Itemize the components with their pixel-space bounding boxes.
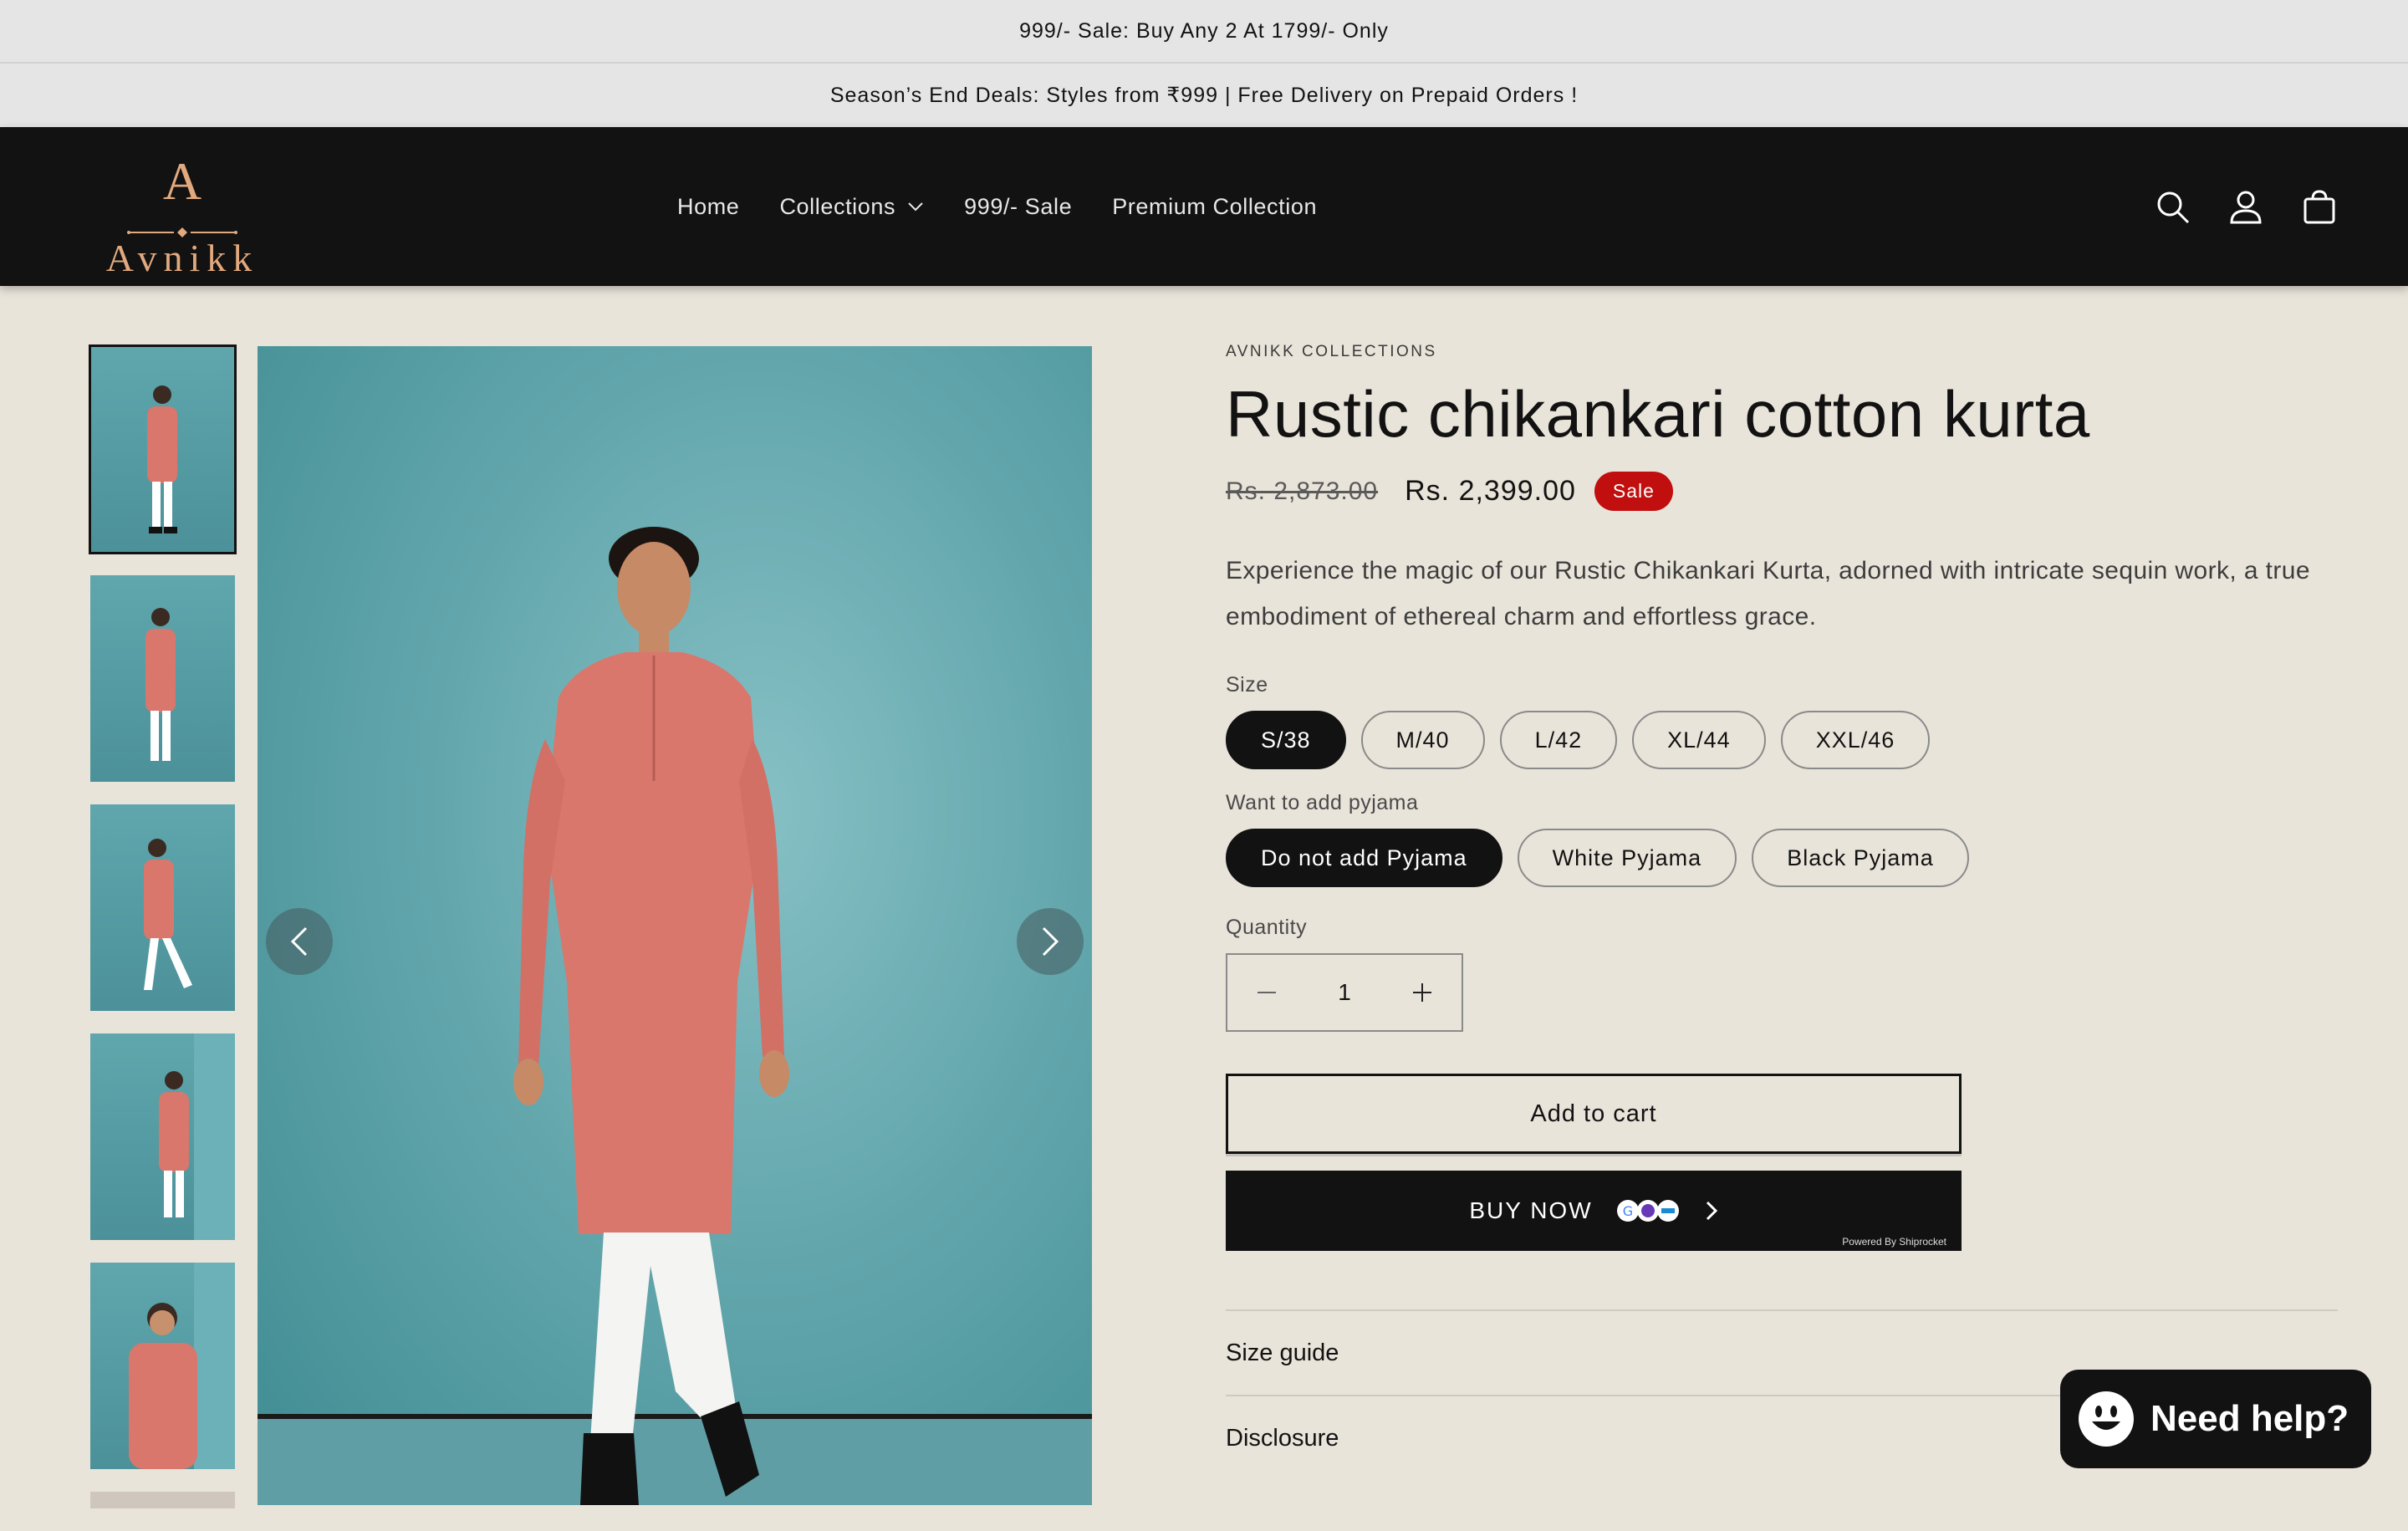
size-option-s38[interactable]: S/38 [1226, 711, 1346, 769]
plus-icon [1412, 983, 1431, 1002]
accordion-label: Disclosure [1226, 1424, 1339, 1452]
thumbnail-image[interactable] [89, 344, 237, 554]
logo[interactable]: A Avnikk [90, 151, 274, 278]
thumbnail-image[interactable] [90, 804, 235, 1011]
minus-icon [1258, 992, 1276, 993]
main-nav: Home Collections 999/- Sale Premium Coll… [677, 127, 1357, 286]
nav-label: Collections [779, 193, 896, 219]
pyjama-option-none[interactable]: Do not add Pyjama [1226, 829, 1502, 887]
product-info: AVNIKK COLLECTIONS Rustic chikankari cot… [1226, 343, 2338, 1480]
account-icon[interactable] [2227, 188, 2264, 225]
search-icon[interactable] [2154, 188, 2191, 225]
thumbnail-image[interactable] [90, 1263, 235, 1469]
powered-by-shiprocket: Powered By Shiprocket [1842, 1236, 1946, 1248]
product-description: Experience the magic of our Rustic Chika… [1226, 557, 2310, 630]
pyjama-option-black[interactable]: Black Pyjama [1752, 829, 1969, 887]
accordion-label: Size guide [1226, 1339, 1339, 1366]
nav-label: Home [677, 193, 740, 219]
logo-letter: A [162, 151, 202, 211]
chevron-right-icon [1706, 1201, 1717, 1221]
chevron-right-icon [1042, 926, 1059, 957]
thumbnail-image[interactable] [90, 1492, 235, 1508]
header-icons [2117, 127, 2338, 286]
announcement-text: 999/- Sale: Buy Any 2 At 1799/- Only [1019, 18, 1389, 43]
price-row: Rs. 2,873.00 Rs. 2,399.00 Sale [1226, 472, 2338, 511]
smiley-chat-icon [2079, 1391, 2134, 1447]
announcement-text: Season’s End Deals: Styles from ₹999 | F… [829, 84, 1579, 107]
nav-999-sale[interactable]: 999/- Sale [964, 194, 1072, 220]
add-to-cart-label: Add to cart [1530, 1100, 1657, 1127]
size-option-l42[interactable]: L/42 [1499, 711, 1618, 769]
size-option-xl44[interactable]: XL/44 [1632, 711, 1766, 769]
size-label: Size [1226, 673, 1268, 697]
size-option-m40[interactable]: M/40 [1360, 711, 1485, 769]
chevron-left-icon [290, 926, 308, 957]
thumbnail-list [89, 344, 238, 1531]
payment-methods-icon: G [1616, 1200, 1679, 1222]
product-main-image [258, 346, 1092, 1505]
quantity-input[interactable]: 1 [1338, 979, 1351, 1006]
thumbnail-image[interactable] [90, 575, 235, 782]
sale-price: Rs. 2,399.00 [1405, 475, 1576, 507]
next-image-button[interactable] [1017, 908, 1084, 975]
chevron-down-icon [908, 202, 923, 212]
quantity-increase-button[interactable] [1383, 955, 1462, 1030]
cart-icon[interactable] [2301, 188, 2338, 225]
sale-badge: Sale [1594, 472, 1673, 511]
nav-home[interactable]: Home [677, 194, 739, 220]
need-help-chat-button[interactable]: Need help? [2060, 1370, 2371, 1468]
pyjama-options: Do not add Pyjama White Pyjama Black Pyj… [1226, 829, 2338, 887]
quantity-stepper: 1 [1226, 953, 1463, 1032]
buy-now-button[interactable]: BUY NOW G Powered By Shiprocket [1226, 1171, 1962, 1251]
quantity-decrease-button[interactable] [1227, 955, 1306, 1030]
size-option-xxl46[interactable]: XXL/46 [1780, 711, 1931, 769]
compare-price: Rs. 2,873.00 [1226, 477, 1379, 505]
pyjama-label: Want to add pyjama [1226, 791, 1419, 814]
buy-now-label: BUY NOW [1469, 1197, 1593, 1223]
add-to-cart-button[interactable]: Add to cart [1226, 1074, 1962, 1154]
nav-label: Premium Collection [1112, 193, 1318, 219]
pyjama-option-white[interactable]: White Pyjama [1517, 829, 1737, 887]
announcement-bar-sale: 999/- Sale: Buy Any 2 At 1799/- Only [0, 0, 2408, 64]
svg-text:G: G [1622, 1203, 1632, 1219]
product-vendor: AVNIKK COLLECTIONS [1226, 343, 1437, 360]
nav-collections[interactable]: Collections [779, 194, 924, 220]
chat-label: Need help? [2150, 1398, 2349, 1439]
announcement-bar-deals: Season’s End Deals: Styles from ₹999 | F… [0, 64, 2408, 127]
size-options: S/38 M/40 L/42 XL/44 XXL/46 [1226, 711, 2338, 769]
quantity-label: Quantity [1226, 916, 1308, 939]
nav-premium-collection[interactable]: Premium Collection [1112, 194, 1317, 220]
site-header: A Avnikk Home Collections 999/- Sale Pre… [0, 127, 2408, 286]
logo-text: Avnikk [105, 237, 259, 279]
nav-label: 999/- Sale [964, 193, 1073, 219]
thumbnail-image[interactable] [90, 1033, 235, 1240]
prev-image-button[interactable] [266, 908, 333, 975]
product-title: Rustic chikankari cotton kurta [1226, 377, 2090, 451]
model-figure [258, 527, 1092, 1505]
